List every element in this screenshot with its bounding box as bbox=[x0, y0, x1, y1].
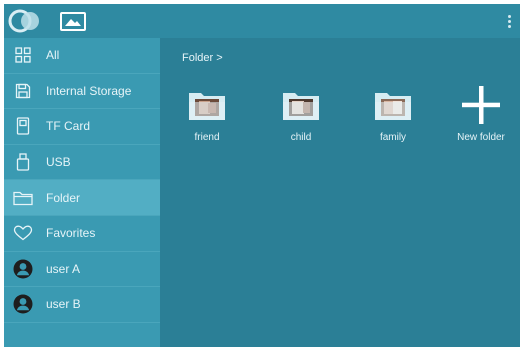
breadcrumb[interactable]: Folder > bbox=[182, 52, 223, 64]
sidebar-item-label: All bbox=[46, 48, 60, 63]
sidebar-item-label: TF Card bbox=[46, 119, 91, 134]
more-vert-icon[interactable] bbox=[498, 8, 520, 34]
gallery-icon[interactable] bbox=[60, 12, 86, 31]
tile-label: child bbox=[290, 132, 312, 143]
user-avatar-icon bbox=[12, 258, 34, 280]
sidebar-item-folder[interactable]: Folder bbox=[4, 180, 160, 216]
app-window: All Internal Storage TF Card USB Folder … bbox=[4, 4, 520, 347]
photo-folder-icon bbox=[280, 84, 322, 126]
sidebar-item-usb[interactable]: USB bbox=[4, 145, 160, 181]
usb-icon bbox=[12, 151, 34, 173]
folder-tile-child[interactable]: child bbox=[266, 80, 336, 150]
plus-icon bbox=[460, 84, 502, 126]
sidebar-item-label: Favorites bbox=[46, 226, 96, 241]
sidebar-item-label: user B bbox=[46, 297, 81, 312]
sidebar-item-all[interactable]: All bbox=[4, 38, 160, 74]
sidebar-item-internal-storage[interactable]: Internal Storage bbox=[4, 74, 160, 110]
sidebar-item-label: user A bbox=[46, 261, 81, 276]
sidebar: All Internal Storage TF Card USB Folder … bbox=[4, 38, 160, 347]
sidebar-item-label: Internal Storage bbox=[46, 83, 132, 98]
app-logo-icon[interactable] bbox=[8, 8, 42, 34]
sidebar-item-label: USB bbox=[46, 155, 71, 170]
user-avatar-icon bbox=[12, 293, 34, 315]
photo-folder-icon bbox=[372, 84, 414, 126]
sidebar-item-user-a[interactable]: user A bbox=[4, 252, 160, 288]
tile-label: New folder bbox=[457, 132, 505, 143]
sidebar-item-tf-card[interactable]: TF Card bbox=[4, 109, 160, 145]
top-bar bbox=[4, 4, 520, 38]
grid-icon bbox=[12, 44, 34, 66]
sidebar-item-user-b[interactable]: user B bbox=[4, 287, 160, 323]
folder-tile-family[interactable]: family bbox=[358, 80, 428, 150]
heart-icon bbox=[12, 222, 34, 244]
new-folder-button[interactable]: New folder bbox=[446, 80, 516, 150]
sidebar-item-label: Folder bbox=[46, 190, 81, 205]
folder-icon bbox=[12, 187, 34, 209]
tile-label: friend bbox=[194, 132, 220, 143]
photo-folder-icon bbox=[186, 84, 228, 126]
sidebar-item-favorites[interactable]: Favorites bbox=[4, 216, 160, 252]
tile-label: family bbox=[379, 132, 407, 143]
folder-tile-friend[interactable]: friend bbox=[172, 80, 242, 150]
sd-card-icon bbox=[12, 115, 34, 137]
main-content: Folder > friend child family New folder bbox=[160, 38, 520, 347]
save-icon bbox=[12, 80, 34, 102]
